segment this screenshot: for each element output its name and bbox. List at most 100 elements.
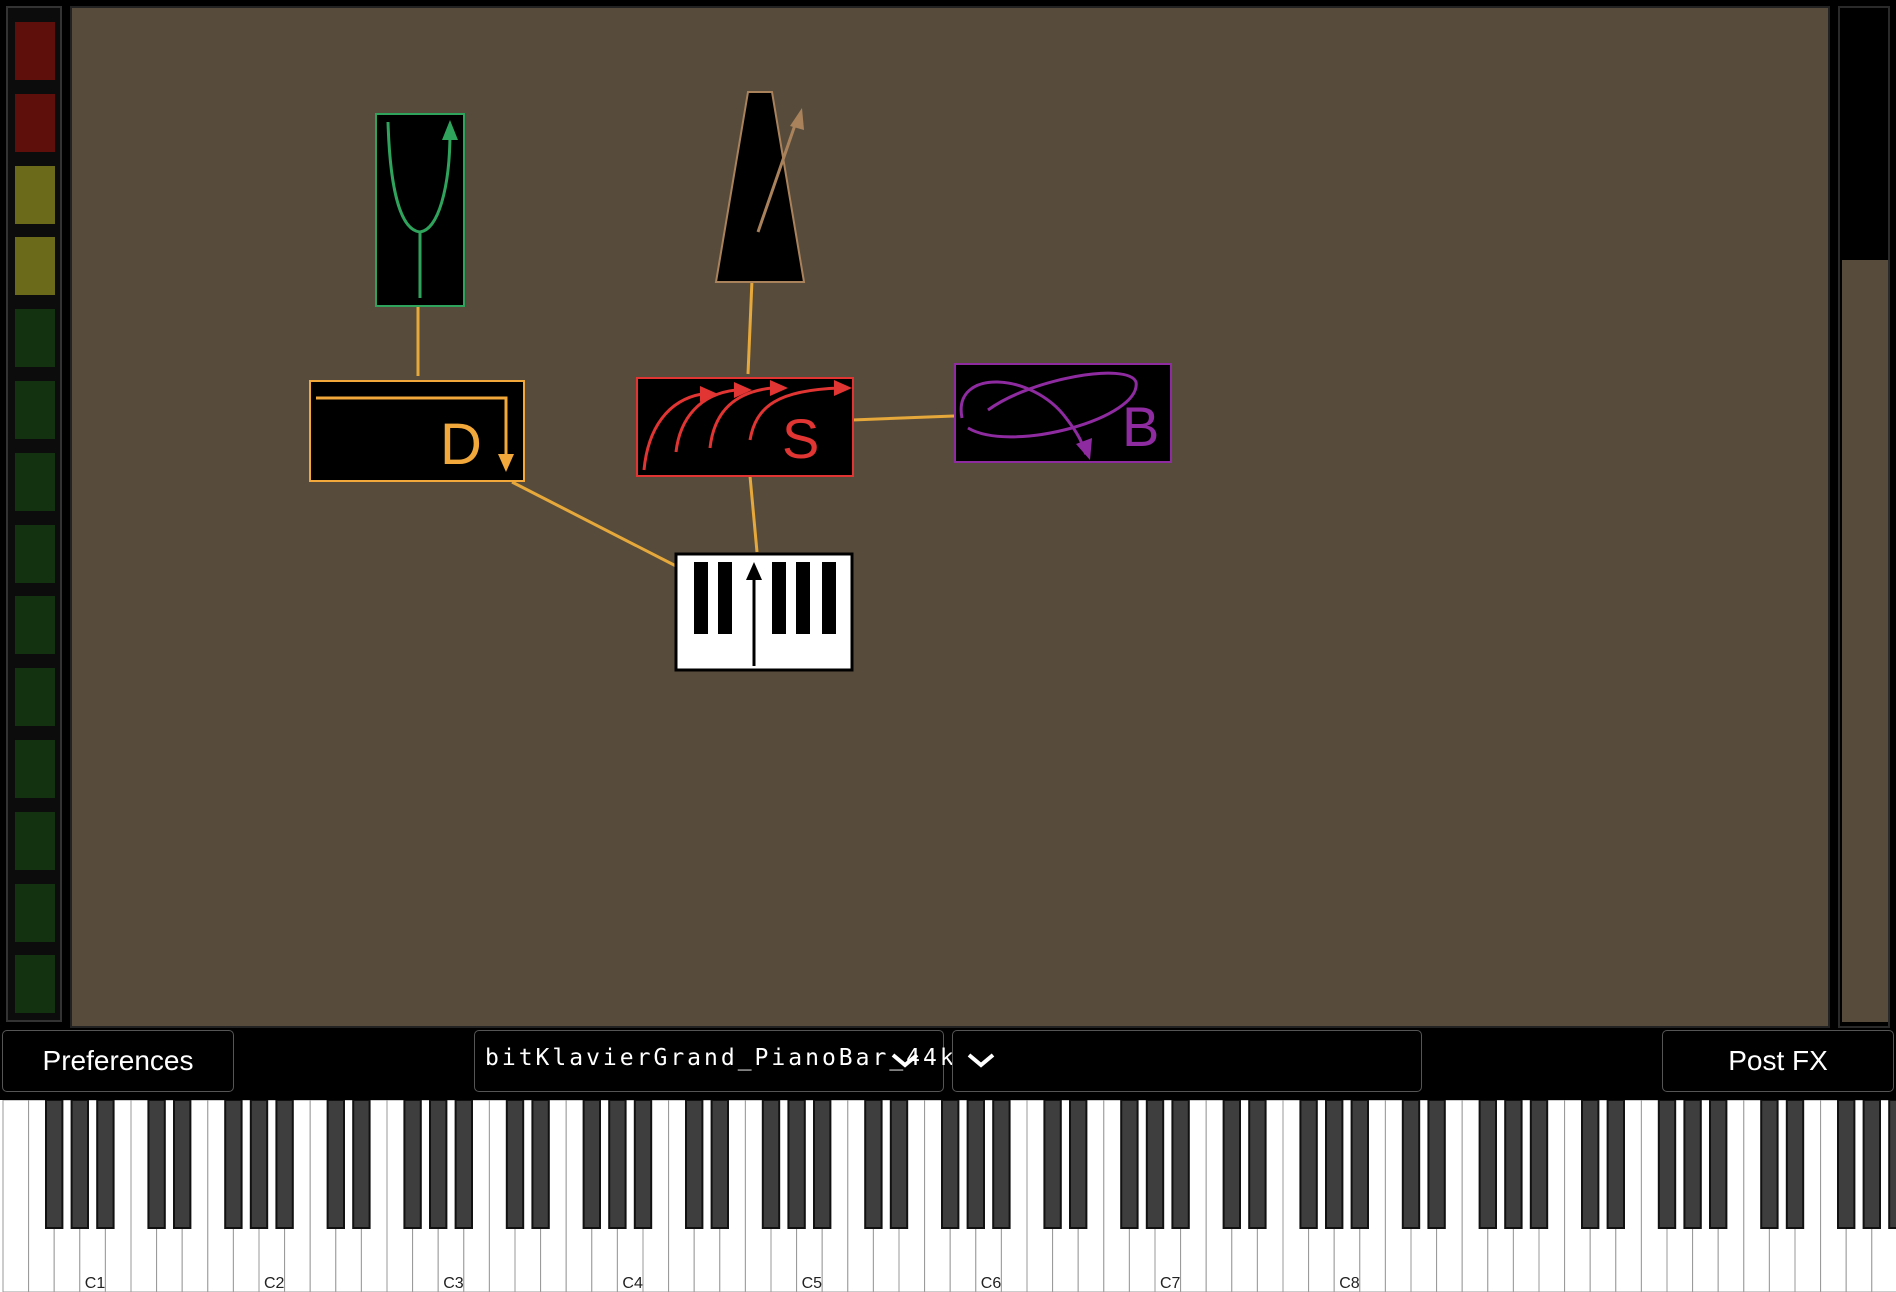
meter-segment — [15, 955, 55, 1014]
connection-direct-keymap — [511, 480, 677, 568]
octave-label: C3 — [443, 1275, 464, 1292]
connection-synchronic-blendronic — [851, 414, 955, 422]
black-key[interactable] — [966, 1100, 985, 1229]
meter-segment — [15, 237, 55, 296]
black-key[interactable] — [1785, 1100, 1805, 1229]
meter-segment — [15, 93, 55, 152]
black-key[interactable] — [173, 1100, 192, 1229]
black-key[interactable] — [761, 1100, 781, 1229]
black-key[interactable] — [1529, 1100, 1549, 1229]
black-key[interactable] — [864, 1100, 883, 1229]
black-key[interactable] — [1427, 1100, 1446, 1229]
chevron-down-icon — [967, 1053, 995, 1068]
octave-label: C6 — [981, 1275, 1002, 1292]
black-key[interactable] — [531, 1100, 550, 1229]
black-key[interactable] — [1683, 1100, 1702, 1229]
meter-segment — [15, 668, 55, 727]
toolbar: Preferences bitKlavierGrand_PianoBar_44k… — [0, 1030, 1896, 1094]
black-key[interactable] — [224, 1100, 243, 1229]
black-key[interactable] — [96, 1100, 115, 1229]
black-key[interactable] — [147, 1100, 166, 1229]
direct-node[interactable]: D — [309, 380, 525, 482]
white-key[interactable] — [2, 1100, 30, 1292]
black-key[interactable] — [1888, 1100, 1896, 1229]
black-key[interactable] — [582, 1100, 601, 1229]
meter-segment — [15, 811, 55, 870]
black-key[interactable] — [1657, 1100, 1677, 1229]
octave-label: C1 — [85, 1275, 106, 1292]
black-key[interactable] — [1504, 1100, 1523, 1229]
post-fx-button[interactable]: Post FX — [1662, 1030, 1894, 1092]
secondary-select[interactable] — [952, 1030, 1422, 1092]
black-key[interactable] — [70, 1100, 89, 1229]
octave-label: C4 — [622, 1275, 643, 1292]
black-key[interactable] — [429, 1100, 448, 1229]
synchronic-node[interactable]: S — [636, 377, 854, 477]
black-key[interactable] — [1171, 1100, 1190, 1229]
black-key[interactable] — [1299, 1100, 1318, 1229]
meter-segment — [15, 381, 55, 439]
black-key[interactable] — [249, 1100, 269, 1229]
black-key[interactable] — [1325, 1100, 1344, 1229]
black-key[interactable] — [45, 1100, 64, 1229]
black-key[interactable] — [1760, 1100, 1779, 1229]
black-key[interactable] — [1248, 1100, 1267, 1229]
black-key[interactable] — [352, 1100, 371, 1229]
sample-select-value: bitKlavierGrand_PianoBar_44k16b — [485, 1045, 1008, 1071]
meter-segment — [15, 883, 55, 942]
black-key[interactable] — [275, 1100, 294, 1229]
black-key[interactable] — [608, 1100, 627, 1229]
piano-keys: C1 C2 C3 C4 C5 C6 C7 C8 — [2, 1100, 1896, 1292]
black-key[interactable] — [326, 1100, 345, 1229]
black-key[interactable] — [1709, 1100, 1728, 1229]
octave-label: C2 — [264, 1275, 285, 1292]
black-key[interactable] — [1069, 1100, 1088, 1229]
connection-synchronic-keymap — [748, 475, 759, 553]
black-key[interactable] — [941, 1100, 960, 1229]
meter-segment — [15, 22, 55, 80]
black-key[interactable] — [1862, 1100, 1881, 1229]
meter-segment — [15, 740, 55, 798]
black-key[interactable] — [992, 1100, 1011, 1229]
black-key[interactable] — [787, 1100, 806, 1229]
black-key[interactable] — [1350, 1100, 1369, 1229]
black-key[interactable] — [813, 1100, 832, 1229]
preferences-button[interactable]: Preferences — [2, 1030, 234, 1092]
scrollbar-thumb[interactable] — [1842, 260, 1888, 1022]
canvas-scrollbar[interactable] — [1838, 6, 1890, 1028]
chevron-down-icon — [891, 1053, 919, 1068]
tuning-node[interactable] — [375, 113, 465, 307]
meter-segment — [15, 309, 55, 368]
preparation-graph: D S B — [309, 91, 1172, 672]
meter-segment — [15, 165, 55, 224]
black-key[interactable] — [633, 1100, 653, 1229]
black-key[interactable] — [403, 1100, 422, 1229]
level-meter — [6, 6, 62, 1022]
black-key[interactable] — [1606, 1100, 1625, 1229]
black-key[interactable] — [1401, 1100, 1421, 1229]
black-key[interactable] — [1581, 1100, 1600, 1229]
black-key[interactable] — [1043, 1100, 1062, 1229]
black-key[interactable] — [889, 1100, 909, 1229]
meter-segment — [15, 596, 55, 655]
preparation-canvas[interactable]: D S B — [70, 6, 1830, 1028]
synchronic-label: S — [782, 407, 819, 470]
black-key[interactable] — [1478, 1100, 1497, 1229]
black-key[interactable] — [1120, 1100, 1139, 1229]
piano-keyboard[interactable]: C1 C2 C3 C4 C5 C6 C7 C8 — [0, 1100, 1896, 1292]
black-key[interactable] — [685, 1100, 704, 1229]
connection-tempo-synchronic — [746, 279, 754, 375]
meter-segment — [15, 452, 55, 511]
keymap-node[interactable] — [674, 552, 854, 672]
black-key[interactable] — [1145, 1100, 1165, 1229]
black-key[interactable] — [1837, 1100, 1856, 1229]
sample-select[interactable]: bitKlavierGrand_PianoBar_44k16b — [474, 1030, 1004, 1092]
black-key[interactable] — [1222, 1100, 1241, 1229]
black-key[interactable] — [454, 1100, 473, 1229]
black-key[interactable] — [710, 1100, 729, 1229]
black-key[interactable] — [505, 1100, 525, 1229]
tempo-node[interactable] — [714, 91, 806, 283]
direct-label: D — [440, 412, 482, 477]
blendronic-node[interactable]: B — [954, 363, 1172, 463]
blendronic-label: B — [1122, 395, 1159, 458]
